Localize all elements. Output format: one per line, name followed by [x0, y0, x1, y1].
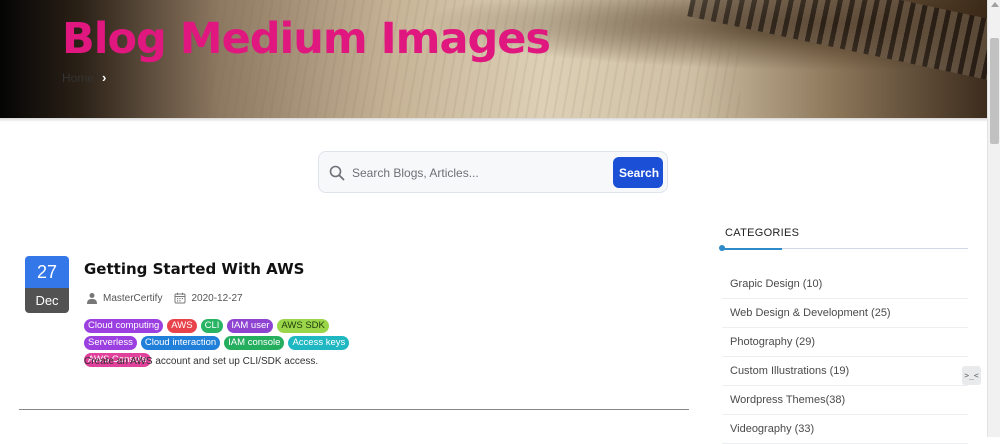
search-button[interactable]: Search: [613, 157, 663, 188]
hero-banner: Blog Medium Images Home ›: [0, 0, 987, 118]
post-title-link[interactable]: Getting Started With AWS: [84, 260, 304, 278]
scroll-up-arrow-icon[interactable]: [991, 2, 999, 7]
category-item[interactable]: Wordpress Themes(38): [722, 386, 968, 415]
post-divider: [19, 409, 689, 410]
page-title: Blog Medium Images: [62, 14, 551, 64]
post-author: MasterCertify: [103, 292, 163, 304]
hero-shadow: [0, 118, 987, 122]
calendar-icon: [174, 292, 186, 304]
category-item[interactable]: Videography (33): [722, 415, 968, 444]
user-icon: [87, 293, 97, 304]
categories-underline-accent: [722, 248, 782, 250]
post-date-badge: 27 Dec: [25, 256, 69, 313]
post-date-month: Dec: [25, 288, 69, 313]
page-scrollbar[interactable]: [987, 0, 1000, 437]
blog-search-bar: Search: [318, 151, 668, 193]
search-icon: [329, 165, 345, 181]
post-tag[interactable]: IAM user: [227, 319, 274, 333]
search-input[interactable]: [350, 162, 614, 184]
chevron-right-icon: ›: [102, 70, 107, 85]
chat-widget-icon[interactable]: >_<: [962, 366, 981, 385]
post-meta: MasterCertify 2020-12-27: [86, 292, 243, 304]
category-item[interactable]: Grapic Design (10): [722, 270, 968, 299]
category-item[interactable]: Custom Illustrations (19): [722, 357, 968, 386]
breadcrumb: Home ›: [62, 70, 106, 85]
post-tag[interactable]: Access keys: [288, 336, 350, 350]
categories-list: Grapic Design (10) Web Design & Developme…: [722, 270, 968, 444]
post-tag[interactable]: IAM console: [224, 336, 285, 350]
breadcrumb-home-link[interactable]: Home: [62, 71, 94, 85]
post-excerpt: Create an AWS account and set up CLI/SDK…: [84, 356, 319, 367]
category-item[interactable]: Web Design & Development (25): [722, 299, 968, 328]
post-tag[interactable]: Cloud computing: [84, 319, 164, 333]
post-tag[interactable]: AWS: [167, 319, 197, 333]
post-date-day: 27: [25, 256, 69, 288]
categories-underline-dot: [719, 245, 725, 251]
post-tag[interactable]: CLI: [200, 319, 224, 333]
post-tag[interactable]: Cloud interaction: [140, 336, 221, 350]
category-item[interactable]: Photography (29): [722, 328, 968, 357]
scrollbar-thumb[interactable]: [990, 38, 999, 144]
post-tag[interactable]: Serverless: [84, 336, 137, 350]
post-tag[interactable]: AWS SDK: [277, 319, 329, 333]
post-date: 2020-12-27: [191, 292, 243, 304]
categories-heading: CATEGORIES: [725, 227, 800, 239]
